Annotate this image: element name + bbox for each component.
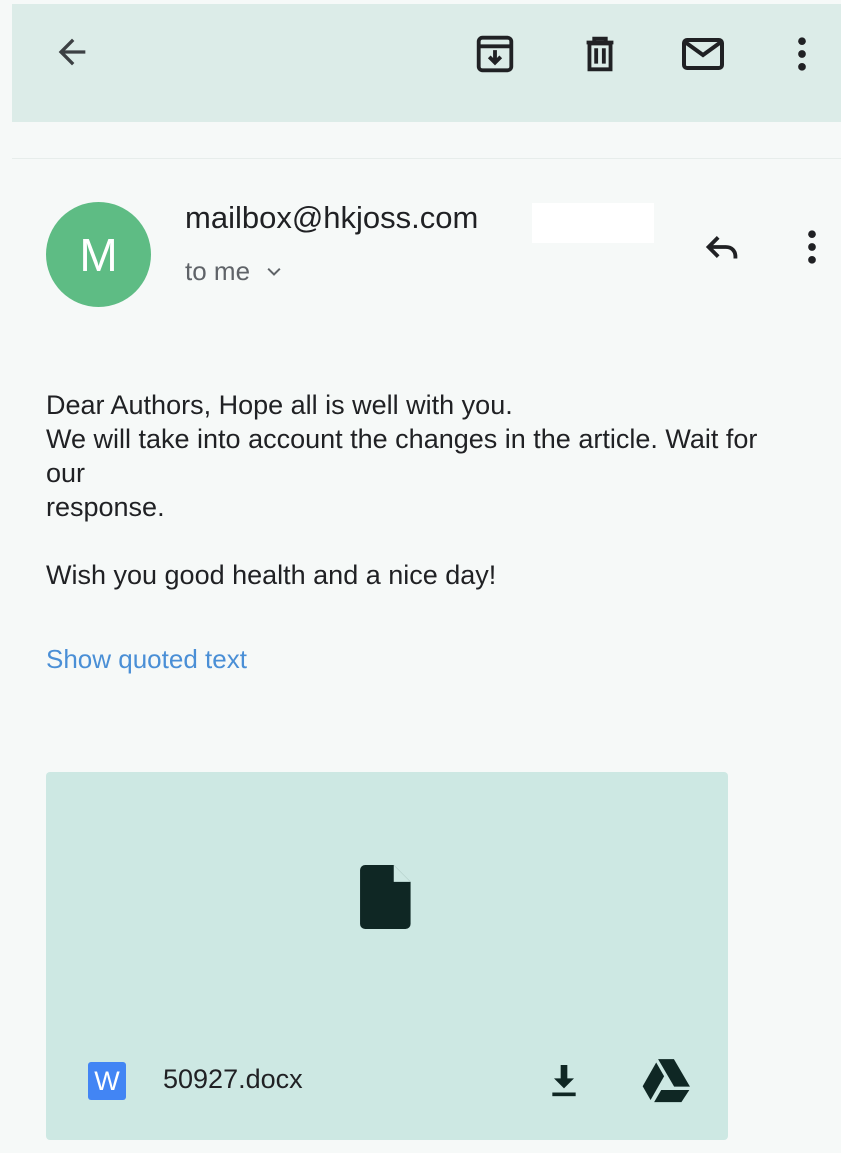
recipient-label: to me (185, 256, 251, 286)
show-quoted-text-link[interactable]: Show quoted text (46, 644, 247, 675)
closing-line: Wish you good health and a nice day! (46, 560, 497, 590)
reply-icon (705, 236, 738, 259)
message-more-button[interactable] (784, 219, 840, 275)
word-file-icon: W (88, 1062, 126, 1100)
google-drive-icon (642, 1059, 690, 1103)
download-button[interactable] (536, 1052, 592, 1108)
arrow-back-icon (58, 38, 86, 66)
top-toolbar (12, 4, 841, 122)
trash-icon (586, 36, 614, 72)
more-options-button[interactable] (774, 26, 830, 82)
back-button[interactable] (44, 24, 100, 80)
body-line: response. (46, 492, 165, 522)
email-screen: M mailbox@hkjoss.com to me Dear Authors,… (0, 0, 841, 1153)
body-line: Dear Authors, Hope all is well with you. (46, 390, 513, 420)
reply-button[interactable] (694, 219, 750, 275)
attachment-preview[interactable] (359, 865, 415, 934)
sender-avatar[interactable]: M (46, 202, 151, 307)
more-vertical-icon (808, 230, 816, 264)
body-line: We will take into account the changes in… (46, 424, 758, 488)
chevron-down-icon (267, 267, 281, 276)
mail-icon (682, 38, 724, 70)
more-vertical-icon (798, 37, 806, 71)
message-body: Dear Authors, Hope all is well with you.… (46, 388, 786, 592)
redaction-block (532, 203, 654, 243)
download-icon (552, 1065, 576, 1097)
save-to-drive-button[interactable] (638, 1052, 694, 1108)
attachment-card[interactable]: W 50927.docx (46, 772, 728, 1140)
file-icon (360, 865, 411, 929)
mark-unread-button[interactable] (675, 26, 731, 82)
attachment-filename: 50927.docx (163, 1064, 303, 1094)
archive-icon (476, 35, 514, 73)
archive-button[interactable] (467, 26, 523, 82)
sender-email: mailbox@hkjoss.com (185, 200, 479, 235)
recipient-details-toggle[interactable]: to me (185, 256, 284, 287)
header-divider (12, 158, 841, 159)
delete-button[interactable] (572, 26, 628, 82)
